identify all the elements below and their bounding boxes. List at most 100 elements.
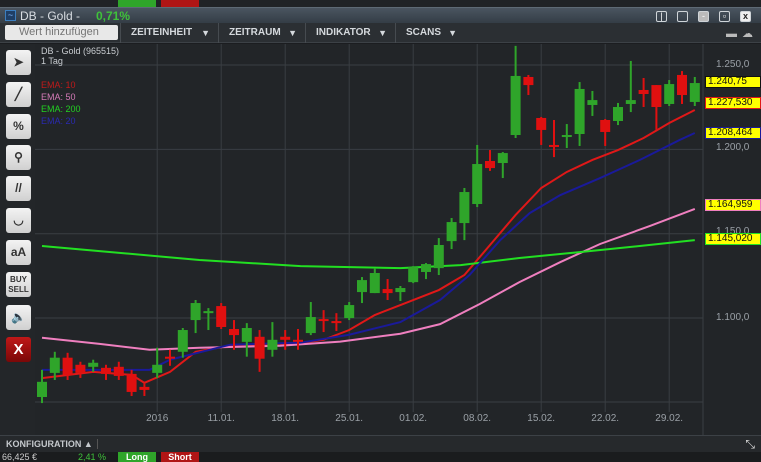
line-tool-icon[interactable]: ╱	[6, 82, 31, 107]
candle-up	[305, 317, 316, 334]
candle-down	[62, 357, 73, 375]
candle-down	[638, 89, 649, 95]
cloud-upload-icon[interactable]: ☁	[742, 27, 753, 40]
bg-long-button[interactable]: Long	[118, 452, 156, 462]
resize-icon[interactable]: ⤡	[745, 437, 755, 452]
candle-up	[689, 83, 700, 102]
legend-ema50: EMA: 50	[41, 92, 76, 102]
candle-down	[523, 76, 534, 86]
candle-down	[382, 289, 393, 294]
candle-down	[75, 364, 86, 373]
candle-up	[510, 75, 521, 136]
candle-down	[677, 74, 687, 96]
x-tick-label: 2016	[146, 413, 169, 424]
candle-down	[101, 367, 111, 374]
bottom-bar: KONFIGURATION ▲ ⤡	[0, 435, 761, 452]
text-tool-button[interactable]: aA	[6, 240, 31, 265]
instrument-name: DB - Gold (965515)	[41, 46, 120, 56]
chart-plot[interactable]	[0, 0, 761, 462]
x-tick-label: 01.02.	[399, 413, 428, 424]
x-tick-label: 08.02.	[463, 413, 492, 424]
candle-up	[472, 164, 483, 205]
candle-up	[37, 381, 47, 398]
candle-down	[254, 336, 265, 359]
candle-up	[369, 273, 380, 294]
bg-change: 2,41 %	[78, 452, 107, 462]
ema50-value-tag: 1.164,959	[705, 199, 761, 211]
candle-up	[241, 328, 252, 342]
delete-drawings-button[interactable]: X	[6, 337, 31, 362]
candle-up	[446, 222, 457, 242]
candle-down	[485, 160, 495, 169]
candle-up	[88, 362, 99, 367]
candle-down	[113, 366, 124, 376]
x-tick-label: 25.01.	[335, 413, 364, 424]
legend-ema200: EMA: 200	[41, 104, 81, 114]
curve-tool-icon[interactable]: ◡	[6, 208, 31, 233]
parallel-lines-tool-icon[interactable]: //	[6, 176, 31, 201]
buy-sell-button[interactable]: BUY SELL	[6, 272, 31, 297]
candle-up	[421, 264, 431, 272]
candle-up	[177, 330, 188, 352]
candle-down	[549, 144, 559, 147]
ema20-value-tag: 1.208,464	[705, 127, 761, 139]
x-tick-label: 22.02.	[591, 413, 620, 424]
select-add-tool-icon[interactable]: ➤	[6, 50, 31, 75]
candle-up	[49, 357, 60, 373]
candle-down	[536, 117, 547, 130]
x-tick-label: 18.01.	[271, 413, 300, 424]
legend-ema10: EMA: 10	[41, 80, 76, 90]
configuration-toggle[interactable]: KONFIGURATION ▲	[6, 439, 98, 449]
x-tick-label: 29.02.	[655, 413, 684, 424]
legend-ema20: EMA: 20	[41, 116, 76, 126]
candle-down	[331, 321, 342, 324]
interval-label: 1 Tag	[41, 56, 63, 66]
ema-line	[41, 239, 695, 270]
candle-down	[318, 319, 329, 322]
y-tick-label: 1.100,0	[716, 312, 750, 323]
ema-line	[42, 132, 696, 371]
candle-up	[561, 135, 572, 138]
candle-up	[587, 100, 598, 105]
candle-up	[433, 245, 444, 269]
candle-up	[190, 303, 201, 321]
candle-up	[267, 339, 278, 350]
ema-line	[41, 207, 696, 351]
candle-down	[293, 339, 303, 342]
drawing-tools: ➤ ╱ % ⚲ // ◡ aA BUY SELL 🔈 X	[0, 44, 35, 435]
candle-down	[651, 85, 662, 108]
candle-up	[357, 280, 367, 293]
x-tick-label: 11.01.	[207, 413, 235, 424]
percent-tool-icon[interactable]: %	[6, 114, 31, 139]
last-price-tag: 1.240,75	[705, 76, 761, 88]
candle-up	[203, 311, 214, 314]
candle-up	[664, 84, 675, 104]
candle-up	[574, 88, 585, 134]
sound-icon[interactable]: 🔈	[6, 305, 31, 330]
candle-up	[625, 100, 636, 104]
candle-up	[152, 364, 163, 373]
candle-down	[216, 306, 227, 327]
candle-down	[280, 336, 291, 340]
candle-up	[408, 267, 419, 283]
candle-down	[139, 386, 150, 390]
ema200-value-tag: 1.145,020	[705, 233, 761, 245]
candle-up	[344, 305, 355, 319]
candle-up	[459, 192, 470, 224]
bg-short-button[interactable]: Short	[161, 452, 199, 462]
y-tick-label: 1.200,0	[716, 142, 750, 153]
chart-header: DB - Gold (965515) 1 Tag	[41, 46, 119, 66]
candle-up	[613, 107, 623, 122]
candle-up	[395, 288, 406, 293]
candle-down	[126, 373, 137, 392]
bg-value: 66,425 €	[2, 452, 38, 462]
x-tick-label: 15.02.	[527, 413, 556, 424]
folder-icon[interactable]: ▬	[726, 28, 737, 40]
y-tick-label: 1.250,0	[716, 59, 750, 70]
background-app-bottom-strip: 66,425 € 2,41 % Long Short	[0, 452, 761, 462]
candle-down	[165, 356, 175, 359]
zoom-tool-icon[interactable]: ⚲	[6, 145, 31, 170]
candle-up	[497, 153, 508, 164]
ema10-value-tag: 1.227,530	[705, 97, 761, 109]
candle-down	[600, 119, 611, 132]
